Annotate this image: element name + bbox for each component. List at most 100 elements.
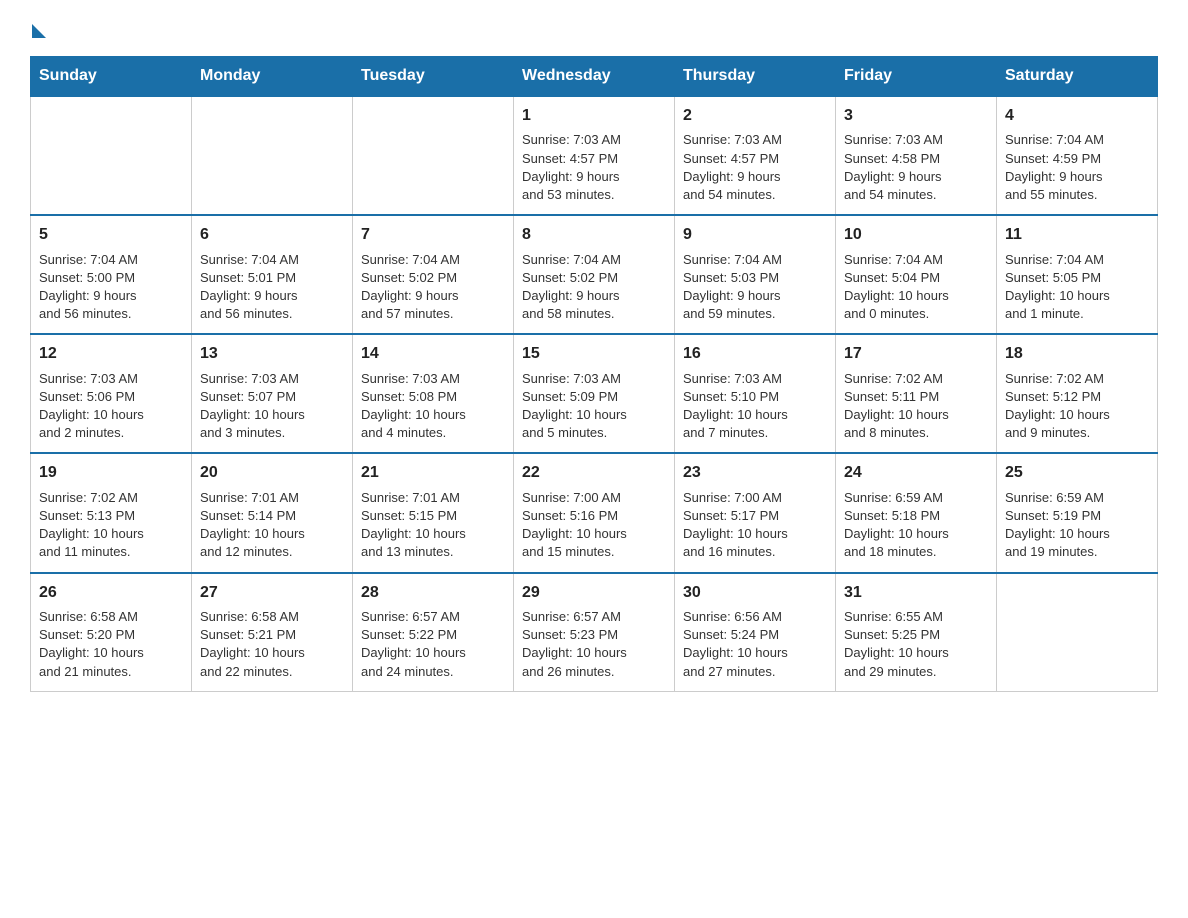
day-number: 28: [361, 582, 505, 604]
calendar-cell: [997, 573, 1158, 692]
day-info: Sunrise: 7:01 AM Sunset: 5:15 PM Dayligh…: [361, 489, 505, 562]
calendar-cell: 23 Sunrise: 7:00 AM Sunset: 5:17 PM Dayli…: [675, 453, 836, 572]
calendar-cell: 2 Sunrise: 7:03 AM Sunset: 4:57 PM Daylig…: [675, 96, 836, 215]
day-number: 19: [39, 462, 183, 484]
day-info: Sunrise: 6:57 AM Sunset: 5:22 PM Dayligh…: [361, 608, 505, 681]
day-number: 15: [522, 343, 666, 365]
day-number: 3: [844, 105, 988, 127]
logo: [30, 20, 46, 38]
calendar-cell: 9 Sunrise: 7:04 AM Sunset: 5:03 PM Daylig…: [675, 215, 836, 334]
calendar-cell: 6Sunrise: 7:04 AM Sunset: 5:01 PM Daylig…: [192, 215, 353, 334]
calendar-cell: 11 Sunrise: 7:04 AM Sunset: 5:05 PM Dayli…: [997, 215, 1158, 334]
calendar-cell: 27 Sunrise: 6:58 AM Sunset: 5:21 PM Dayli…: [192, 573, 353, 692]
day-number: 9: [683, 224, 827, 246]
day-info: Sunrise: 7:03 AM Sunset: 5:10 PM Dayligh…: [683, 370, 827, 443]
day-info: Sunrise: 6:59 AM Sunset: 5:18 PM Dayligh…: [844, 489, 988, 562]
day-info: Sunrise: 7:03 AM Sunset: 5:08 PM Dayligh…: [361, 370, 505, 443]
day-number: 4: [1005, 105, 1149, 127]
column-header-thursday: Thursday: [675, 57, 836, 97]
day-number: 30: [683, 582, 827, 604]
day-number: 8: [522, 224, 666, 246]
calendar-cell: 24 Sunrise: 6:59 AM Sunset: 5:18 PM Dayli…: [836, 453, 997, 572]
day-info: Sunrise: 7:03 AM Sunset: 5:09 PM Dayligh…: [522, 370, 666, 443]
calendar-cell: 18 Sunrise: 7:02 AM Sunset: 5:12 PM Dayli…: [997, 334, 1158, 453]
calendar-cell: 21 Sunrise: 7:01 AM Sunset: 5:15 PM Dayli…: [353, 453, 514, 572]
day-info: Sunrise: 7:03 AM Sunset: 5:06 PM Dayligh…: [39, 370, 183, 443]
day-info: Sunrise: 7:03 AM Sunset: 4:57 PM Dayligh…: [522, 131, 666, 204]
calendar-cell: 29 Sunrise: 6:57 AM Sunset: 5:23 PM Dayli…: [514, 573, 675, 692]
calendar-cell: [31, 96, 192, 215]
calendar-cell: 1 Sunrise: 7:03 AM Sunset: 4:57 PM Daylig…: [514, 96, 675, 215]
calendar-cell: 4 Sunrise: 7:04 AM Sunset: 4:59 PM Daylig…: [997, 96, 1158, 215]
day-info: Sunrise: 6:57 AM Sunset: 5:23 PM Dayligh…: [522, 608, 666, 681]
column-header-saturday: Saturday: [997, 57, 1158, 97]
day-number: 27: [200, 582, 344, 604]
logo-arrow-icon: [32, 24, 46, 38]
calendar-week-1: 1 Sunrise: 7:03 AM Sunset: 4:57 PM Daylig…: [31, 96, 1158, 215]
day-number: 7: [361, 224, 505, 246]
calendar-cell: 17 Sunrise: 7:02 AM Sunset: 5:11 PM Dayli…: [836, 334, 997, 453]
day-info: Sunrise: 6:58 AM Sunset: 5:21 PM Dayligh…: [200, 608, 344, 681]
day-number: 5: [39, 224, 183, 246]
page-header: [30, 20, 1158, 38]
day-number: 26: [39, 582, 183, 604]
day-info: Sunrise: 7:00 AM Sunset: 5:16 PM Dayligh…: [522, 489, 666, 562]
day-number: 1: [522, 105, 666, 127]
day-number: 14: [361, 343, 505, 365]
day-number: 29: [522, 582, 666, 604]
day-info: Sunrise: 7:00 AM Sunset: 5:17 PM Dayligh…: [683, 489, 827, 562]
day-info: Sunrise: 7:03 AM Sunset: 4:57 PM Dayligh…: [683, 131, 827, 204]
day-number: 23: [683, 462, 827, 484]
day-number: 2: [683, 105, 827, 127]
day-number: 12: [39, 343, 183, 365]
calendar-cell: 12 Sunrise: 7:03 AM Sunset: 5:06 PM Dayli…: [31, 334, 192, 453]
calendar-cell: 15 Sunrise: 7:03 AM Sunset: 5:09 PM Dayli…: [514, 334, 675, 453]
day-info: Sunrise: 7:04 AM Sunset: 5:00 PM Dayligh…: [39, 251, 183, 324]
column-header-friday: Friday: [836, 57, 997, 97]
calendar-cell: 5 Sunrise: 7:04 AM Sunset: 5:00 PM Daylig…: [31, 215, 192, 334]
day-info: Sunrise: 7:04 AM Sunset: 4:59 PM Dayligh…: [1005, 131, 1149, 204]
day-number: 13: [200, 343, 344, 365]
calendar-cell: 22 Sunrise: 7:00 AM Sunset: 5:16 PM Dayli…: [514, 453, 675, 572]
calendar-week-5: 26 Sunrise: 6:58 AM Sunset: 5:20 PM Dayli…: [31, 573, 1158, 692]
day-number: 31: [844, 582, 988, 604]
day-info: Sunrise: 7:04 AM Sunset: 5:03 PM Dayligh…: [683, 251, 827, 324]
day-info: Sunrise: 7:04 AM Sunset: 5:02 PM Dayligh…: [522, 251, 666, 324]
day-number: 11: [1005, 224, 1149, 246]
day-info: Sunrise: 7:04 AM Sunset: 5:02 PM Dayligh…: [361, 251, 505, 324]
calendar-cell: 31Sunrise: 6:55 AM Sunset: 5:25 PM Dayli…: [836, 573, 997, 692]
calendar-cell: 28 Sunrise: 6:57 AM Sunset: 5:22 PM Dayli…: [353, 573, 514, 692]
calendar-cell: 20 Sunrise: 7:01 AM Sunset: 5:14 PM Dayli…: [192, 453, 353, 572]
day-info: Sunrise: 7:03 AM Sunset: 4:58 PM Dayligh…: [844, 131, 988, 204]
day-number: 24: [844, 462, 988, 484]
column-header-monday: Monday: [192, 57, 353, 97]
day-number: 6: [200, 224, 344, 246]
calendar-cell: 10Sunrise: 7:04 AM Sunset: 5:04 PM Dayli…: [836, 215, 997, 334]
column-header-wednesday: Wednesday: [514, 57, 675, 97]
day-number: 22: [522, 462, 666, 484]
calendar-cell: [353, 96, 514, 215]
day-info: Sunrise: 7:04 AM Sunset: 5:05 PM Dayligh…: [1005, 251, 1149, 324]
day-info: Sunrise: 6:56 AM Sunset: 5:24 PM Dayligh…: [683, 608, 827, 681]
day-info: Sunrise: 7:02 AM Sunset: 5:11 PM Dayligh…: [844, 370, 988, 443]
calendar-cell: 3 Sunrise: 7:03 AM Sunset: 4:58 PM Daylig…: [836, 96, 997, 215]
day-number: 10: [844, 224, 988, 246]
day-number: 25: [1005, 462, 1149, 484]
day-number: 17: [844, 343, 988, 365]
calendar-cell: [192, 96, 353, 215]
day-info: Sunrise: 6:59 AM Sunset: 5:19 PM Dayligh…: [1005, 489, 1149, 562]
day-info: Sunrise: 7:01 AM Sunset: 5:14 PM Dayligh…: [200, 489, 344, 562]
column-header-sunday: Sunday: [31, 57, 192, 97]
day-number: 20: [200, 462, 344, 484]
calendar-cell: 26 Sunrise: 6:58 AM Sunset: 5:20 PM Dayli…: [31, 573, 192, 692]
calendar-cell: 14 Sunrise: 7:03 AM Sunset: 5:08 PM Dayli…: [353, 334, 514, 453]
calendar-cell: 16Sunrise: 7:03 AM Sunset: 5:10 PM Dayli…: [675, 334, 836, 453]
day-info: Sunrise: 7:03 AM Sunset: 5:07 PM Dayligh…: [200, 370, 344, 443]
calendar-cell: 30 Sunrise: 6:56 AM Sunset: 5:24 PM Dayli…: [675, 573, 836, 692]
day-info: Sunrise: 6:58 AM Sunset: 5:20 PM Dayligh…: [39, 608, 183, 681]
day-number: 18: [1005, 343, 1149, 365]
day-info: Sunrise: 7:02 AM Sunset: 5:12 PM Dayligh…: [1005, 370, 1149, 443]
day-number: 21: [361, 462, 505, 484]
calendar-cell: 13 Sunrise: 7:03 AM Sunset: 5:07 PM Dayli…: [192, 334, 353, 453]
calendar-cell: 7 Sunrise: 7:04 AM Sunset: 5:02 PM Daylig…: [353, 215, 514, 334]
